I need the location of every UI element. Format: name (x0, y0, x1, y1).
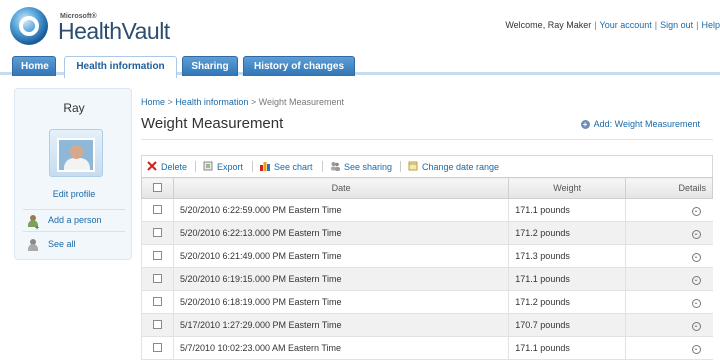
toolbar: Delete Export See chart See sharing Chan… (141, 155, 713, 177)
row-weight: 171.1 pounds (508, 267, 626, 291)
row-date: 5/20/2010 6:19:15.000 PM Eastern Time (172, 267, 509, 291)
tab-bar: Home Health information Sharing History … (0, 54, 720, 78)
sidebar: Ray Edit profile + Add a person See all (14, 88, 132, 260)
weight-table: Date Weight Details 5/20/2010 6:22:59.00… (141, 177, 713, 360)
expand-details-icon[interactable]: ⌄ (691, 230, 701, 239)
select-all-checkbox[interactable] (152, 182, 162, 192)
row-checkbox[interactable] (152, 250, 162, 260)
tab-home[interactable]: Home (12, 56, 56, 76)
breadcrumb-current: Weight Measurement (258, 97, 345, 107)
tab-history-of-changes[interactable]: History of changes (243, 56, 355, 76)
welcome-text: Welcome, Ray Maker (505, 20, 592, 30)
person-icon (27, 238, 39, 251)
row-checkbox[interactable] (152, 296, 162, 306)
select-all-header (141, 177, 174, 199)
delete-icon (147, 161, 157, 171)
see-chart-button[interactable]: See chart (260, 161, 313, 172)
row-date: 5/20/2010 6:22:59.000 PM Eastern Time (172, 198, 509, 222)
add-icon: + (580, 120, 590, 129)
help-link[interactable]: Help (701, 20, 720, 30)
row-weight: 171.3 pounds (508, 244, 626, 268)
header: Microsoft® HealthVault Welcome, Ray Make… (0, 0, 720, 55)
row-weight: 171.1 pounds (508, 336, 626, 360)
edit-profile-link[interactable]: Edit profile (15, 189, 133, 199)
add-weight-measurement-link[interactable]: + Add: Weight Measurement (580, 119, 700, 129)
expand-details-icon[interactable]: ⌄ (691, 276, 701, 285)
export-button[interactable]: Export (203, 161, 243, 172)
expand-details-icon[interactable]: ⌄ (691, 207, 701, 216)
change-date-range-button[interactable]: Change date range (408, 161, 499, 172)
weight-column-header[interactable]: Weight (508, 177, 627, 199)
healthvault-logo-icon (10, 7, 48, 45)
breadcrumb: Home > Health information > Weight Measu… (141, 97, 345, 107)
expand-details-icon[interactable]: ⌄ (691, 299, 701, 308)
row-weight: 170.7 pounds (508, 313, 626, 337)
table-row[interactable]: 5/20/2010 6:22:59.000 PM Eastern Time 17… (141, 198, 713, 222)
row-date: 5/20/2010 6:18:19.000 PM Eastern Time (172, 290, 509, 314)
your-account-link[interactable]: Your account (600, 20, 652, 30)
row-checkbox[interactable] (152, 319, 162, 329)
profile-name: Ray (63, 101, 85, 115)
table-row[interactable]: 5/17/2010 1:27:29.000 PM Eastern Time 17… (141, 313, 713, 337)
row-checkbox[interactable] (152, 273, 162, 283)
tab-sharing[interactable]: Sharing (182, 56, 238, 76)
details-column-header: Details (625, 177, 713, 199)
tab-health-information[interactable]: Health information (64, 56, 177, 78)
see-sharing-button[interactable]: See sharing (330, 161, 392, 172)
sign-out-link[interactable]: Sign out (660, 20, 693, 30)
row-checkbox[interactable] (152, 204, 162, 214)
table-row[interactable]: 5/20/2010 6:18:19.000 PM Eastern Time 17… (141, 290, 713, 314)
calendar-icon (408, 161, 418, 171)
user-links: Welcome, Ray Maker | Your account | Sign out… (505, 20, 720, 30)
add-person-icon: + (27, 214, 39, 232)
table-row[interactable]: 5/20/2010 6:19:15.000 PM Eastern Time 17… (141, 267, 713, 291)
profile-photo[interactable] (49, 129, 103, 177)
expand-details-icon[interactable]: ⌄ (691, 253, 701, 262)
sharing-icon (331, 162, 340, 171)
delete-button[interactable]: Delete (147, 161, 187, 172)
table-row[interactable]: 5/20/2010 6:21:49.000 PM Eastern Time 17… (141, 244, 713, 268)
row-checkbox[interactable] (152, 342, 162, 352)
logo-text: HealthVault (58, 18, 170, 44)
healthvault-logo[interactable]: Microsoft® HealthVault (8, 6, 170, 46)
breadcrumb-home[interactable]: Home (141, 97, 165, 107)
row-weight: 171.2 pounds (508, 290, 626, 314)
date-column-header[interactable]: Date (172, 177, 510, 199)
row-date: 5/20/2010 6:21:49.000 PM Eastern Time (172, 244, 509, 268)
row-weight: 171.1 pounds (508, 198, 626, 222)
table-row[interactable]: 5/20/2010 6:22:13.000 PM Eastern Time 17… (141, 221, 713, 245)
page-title: Weight Measurement (141, 115, 284, 132)
table-header-row: Date Weight Details (141, 177, 713, 199)
row-date: 5/20/2010 6:22:13.000 PM Eastern Time (172, 221, 509, 245)
expand-details-icon[interactable]: ⌄ (691, 322, 701, 331)
add-weight-measurement-label: Add: Weight Measurement (593, 119, 700, 129)
chart-icon (260, 162, 270, 171)
sidebar-divider (23, 231, 125, 232)
add-person-link[interactable]: + Add a person (27, 212, 102, 232)
see-all-link[interactable]: See all (27, 236, 76, 252)
expand-details-icon[interactable]: ⌄ (691, 345, 701, 354)
title-divider (141, 139, 713, 140)
add-person-label: Add a person (48, 215, 102, 225)
breadcrumb-health-information[interactable]: Health information (175, 97, 248, 107)
row-weight: 171.2 pounds (508, 221, 626, 245)
table-row[interactable]: 5/7/2010 10:02:23.000 AM Eastern Time 17… (141, 336, 713, 360)
see-all-label: See all (48, 239, 76, 249)
row-date: 5/17/2010 1:27:29.000 PM Eastern Time (172, 313, 509, 337)
sidebar-divider (23, 209, 125, 210)
row-checkbox[interactable] (152, 227, 162, 237)
row-date: 5/7/2010 10:02:23.000 AM Eastern Time (172, 336, 509, 360)
export-icon (203, 161, 213, 171)
